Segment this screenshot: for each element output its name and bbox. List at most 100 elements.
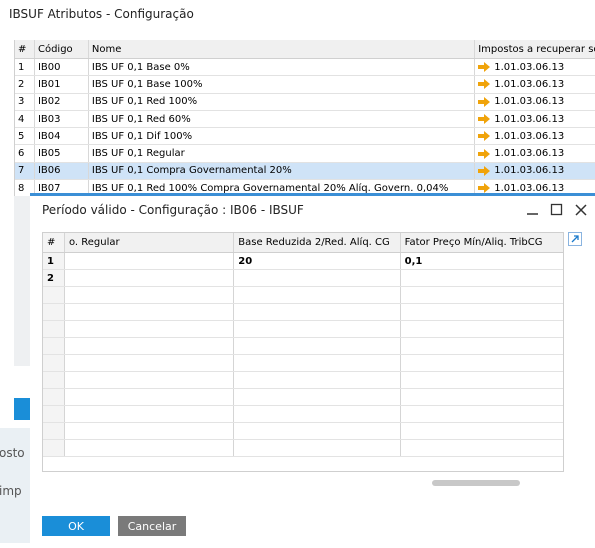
row-code[interactable]: IB01: [35, 76, 89, 93]
cell-base-reduzida[interactable]: 20: [234, 253, 401, 269]
row-tax[interactable]: 1.01.03.06.13: [475, 59, 595, 75]
table-row[interactable]: 6 IB05 IBS UF 0,1 Regular 1.01.03.06.13: [15, 145, 595, 163]
cell-fator-preco[interactable]: [401, 338, 563, 354]
table-row[interactable]: 1 IB00 IBS UF 0,1 Base 0% 1.01.03.06.13: [15, 59, 595, 77]
cell-fator-preco[interactable]: [401, 440, 563, 456]
table-row[interactable]: 3 IB02 IBS UF 0,1 Red 100% 1.01.03.06.13: [15, 93, 595, 111]
horizontal-scrollbar[interactable]: [432, 480, 520, 486]
cell-regular[interactable]: [65, 423, 235, 439]
cell-regular[interactable]: [65, 338, 235, 354]
table-row[interactable]: [43, 304, 563, 321]
cell-fator-preco[interactable]: [401, 372, 563, 388]
maximize-icon[interactable]: [546, 199, 568, 221]
col-number[interactable]: #: [43, 233, 65, 252]
row-code[interactable]: IB00: [35, 59, 89, 76]
row-code[interactable]: IB03: [35, 110, 89, 128]
col-regular[interactable]: o. Regular: [65, 233, 235, 252]
cell-regular[interactable]: [65, 304, 235, 320]
table-row[interactable]: 4 IB03 IBS UF 0,1 Red 60% 1.01.03.06.13: [15, 110, 595, 129]
row-tax[interactable]: 1.01.03.06.13: [475, 128, 595, 144]
cell-fator-preco[interactable]: [401, 304, 563, 320]
row-tax[interactable]: 1.01.03.06.13: [475, 163, 595, 179]
table-row[interactable]: 5 IB04 IBS UF 0,1 Dif 100% 1.01.03.06.13: [15, 128, 595, 146]
row-code[interactable]: IB04: [35, 128, 89, 145]
cell-fator-preco[interactable]: [401, 389, 563, 405]
cell-regular[interactable]: [65, 253, 235, 269]
table-row[interactable]: [43, 338, 563, 355]
link-arrow-icon[interactable]: [478, 183, 491, 194]
cell-base-reduzida[interactable]: [234, 338, 401, 354]
link-arrow-icon[interactable]: [478, 165, 491, 176]
row-name[interactable]: IBS UF 0,1 Base 0%: [89, 59, 476, 76]
cancel-button[interactable]: Cancelar: [118, 516, 186, 536]
table-row[interactable]: [43, 355, 563, 372]
table-row[interactable]: [43, 423, 563, 440]
row-tax[interactable]: 1.01.03.06.13: [475, 76, 595, 92]
row-name[interactable]: IBS UF 0,1 Regular: [89, 145, 476, 162]
cell-fator-preco[interactable]: [401, 321, 563, 337]
cell-fator-preco[interactable]: [401, 423, 563, 439]
cell-regular[interactable]: [65, 440, 235, 456]
cell-regular[interactable]: [65, 355, 235, 371]
cell-regular[interactable]: [65, 287, 235, 303]
table-row[interactable]: 2: [43, 270, 563, 287]
cell-base-reduzida[interactable]: [234, 304, 401, 320]
row-code[interactable]: IB02: [35, 93, 89, 110]
col-code[interactable]: Código: [35, 40, 89, 58]
row-code[interactable]: IB06: [35, 162, 89, 180]
table-row[interactable]: [43, 321, 563, 338]
cell-fator-preco[interactable]: [401, 270, 563, 286]
cell-fator-preco[interactable]: [401, 355, 563, 371]
cell-regular[interactable]: [65, 372, 235, 388]
cell-regular[interactable]: [65, 389, 235, 405]
row-code[interactable]: IB05: [35, 145, 89, 162]
cell-base-reduzida[interactable]: [234, 406, 401, 422]
table-row[interactable]: 2 IB01 IBS UF 0,1 Base 100% 1.01.03.06.1…: [15, 76, 595, 94]
col-fator-preco[interactable]: Fator Preço Mín/Aliq. TribCG: [401, 233, 563, 252]
cell-fator-preco[interactable]: [401, 287, 563, 303]
table-row[interactable]: [43, 389, 563, 406]
link-arrow-icon[interactable]: [478, 131, 491, 142]
close-icon[interactable]: [570, 199, 592, 221]
row-name[interactable]: IBS UF 0,1 Red 100%: [89, 93, 476, 110]
link-arrow-icon[interactable]: [478, 79, 491, 90]
col-base-reduzida[interactable]: Base Reduzida 2/Red. Alíq. CG: [234, 233, 401, 252]
table-row[interactable]: [43, 287, 563, 304]
cell-base-reduzida[interactable]: [234, 440, 401, 456]
link-arrow-icon[interactable]: [478, 114, 491, 125]
row-tax[interactable]: 1.01.03.06.13: [475, 94, 595, 110]
cell-fator-preco[interactable]: 0,1: [401, 253, 563, 269]
row-name[interactable]: IBS UF 0,1 Red 60%: [89, 110, 476, 128]
table-row[interactable]: 1 20 0,1: [43, 253, 563, 270]
cell-regular[interactable]: [65, 406, 235, 422]
table-row[interactable]: [43, 406, 563, 423]
cell-base-reduzida[interactable]: [234, 423, 401, 439]
cell-regular[interactable]: [65, 270, 235, 286]
table-row[interactable]: [43, 372, 563, 389]
col-number[interactable]: #: [15, 40, 35, 58]
minimize-icon[interactable]: [522, 199, 544, 221]
cell-regular[interactable]: [65, 321, 235, 337]
cell-base-reduzida[interactable]: [234, 270, 401, 286]
hidden-button[interactable]: [14, 398, 30, 420]
link-arrow-icon[interactable]: [478, 148, 491, 159]
cell-base-reduzida[interactable]: [234, 321, 401, 337]
expand-icon[interactable]: [568, 232, 582, 246]
col-taxes[interactable]: Impostos a recuperar sol: [475, 40, 595, 58]
cell-base-reduzida[interactable]: [234, 287, 401, 303]
row-tax[interactable]: 1.01.03.06.13: [475, 111, 595, 127]
col-name[interactable]: Nome: [89, 40, 476, 58]
row-tax[interactable]: 1.01.03.06.13: [475, 145, 595, 161]
ok-button[interactable]: OK: [42, 516, 110, 536]
row-name[interactable]: IBS UF 0,1 Dif 100%: [89, 128, 476, 145]
row-name[interactable]: IBS UF 0,1 Base 100%: [89, 76, 476, 93]
cell-base-reduzida[interactable]: [234, 355, 401, 371]
link-arrow-icon[interactable]: [478, 62, 491, 73]
link-arrow-icon[interactable]: [478, 96, 491, 107]
cell-base-reduzida[interactable]: [234, 389, 401, 405]
cell-fator-preco[interactable]: [401, 406, 563, 422]
cell-base-reduzida[interactable]: [234, 372, 401, 388]
table-row[interactable]: [43, 440, 563, 457]
row-name[interactable]: IBS UF 0,1 Compra Governamental 20%: [89, 162, 476, 180]
table-row[interactable]: 7 IB06 IBS UF 0,1 Compra Governamental 2…: [15, 162, 595, 181]
